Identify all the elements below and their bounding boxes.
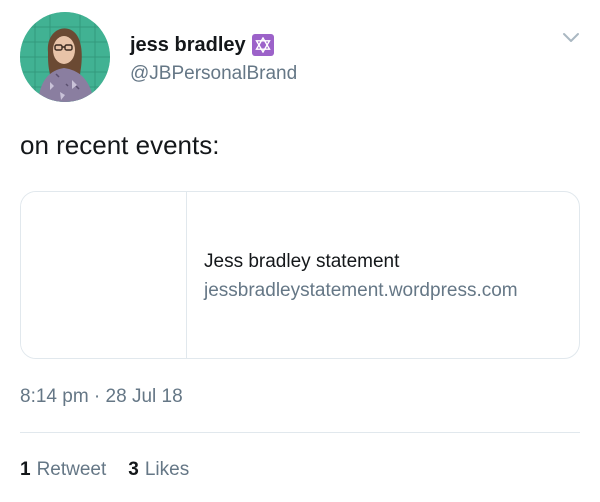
star-of-david-icon bbox=[251, 34, 274, 56]
tweet-text: on recent events: bbox=[20, 130, 220, 160]
retweets-label: Retweet bbox=[36, 459, 107, 480]
card-title: Jess bradley statement bbox=[204, 251, 400, 272]
card-url: jessbradleystatement.wordpress.com bbox=[204, 280, 518, 301]
retweets-stat[interactable]: 1 Retweet bbox=[20, 458, 106, 482]
retweets-count: 1 bbox=[20, 459, 31, 480]
tweet-stats: 1 Retweet 3 Likes bbox=[20, 458, 189, 482]
chevron-down-icon[interactable] bbox=[561, 28, 581, 48]
author-handle[interactable]: @JBPersonalBrand bbox=[130, 62, 297, 86]
tweet-timestamp[interactable]: 8:14 pm · 28 Jul 18 bbox=[20, 385, 183, 409]
divider bbox=[20, 432, 580, 433]
likes-count: 3 bbox=[128, 459, 139, 480]
link-card[interactable]: Jess bradley statement jessbradleystatem… bbox=[20, 191, 580, 359]
tweet: jess bradley @JBPersonalBrand on recent … bbox=[0, 0, 600, 502]
avatar[interactable] bbox=[20, 12, 110, 102]
likes-stat[interactable]: 3 Likes bbox=[128, 458, 189, 482]
author-name-row[interactable]: jess bradley bbox=[130, 32, 274, 58]
card-thumbnail bbox=[21, 192, 187, 358]
likes-label: Likes bbox=[144, 459, 190, 480]
display-name[interactable]: jess bradley bbox=[130, 32, 246, 58]
